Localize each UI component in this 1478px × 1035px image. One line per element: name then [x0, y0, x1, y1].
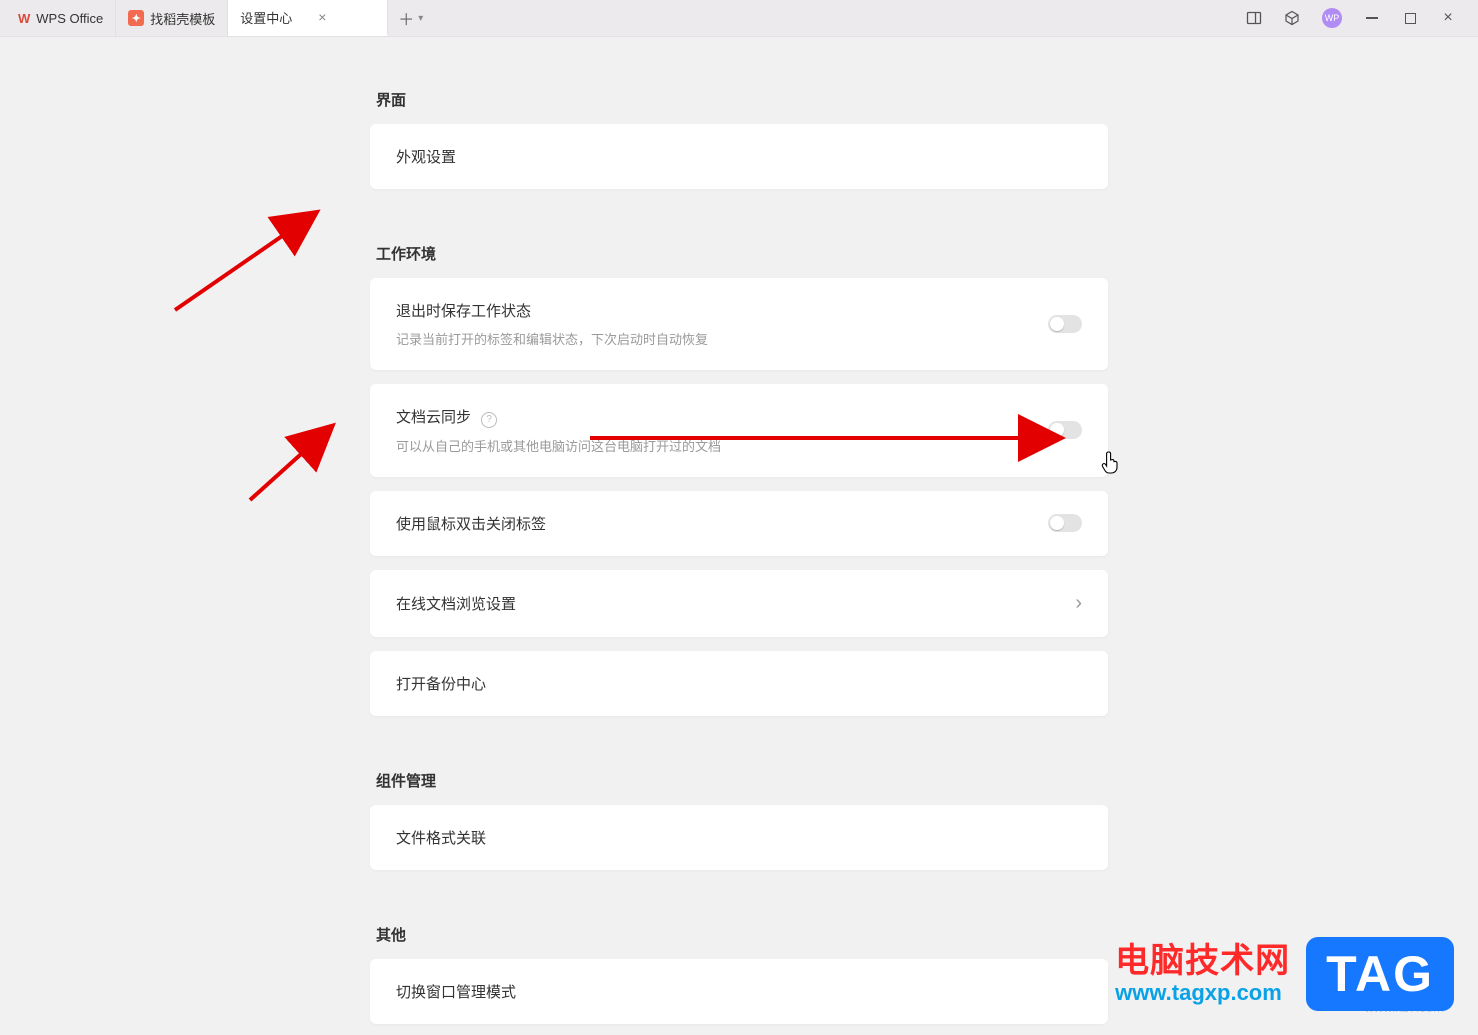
docer-icon: ✦ [128, 10, 144, 26]
tab-settings-label: 设置中心 [240, 8, 292, 27]
appearance-label: 外观设置 [396, 146, 456, 167]
window-mode-label: 切换窗口管理模式 [396, 981, 516, 1002]
avatar-text: WP [1325, 13, 1340, 23]
card-window-mode[interactable]: 切换窗口管理模式 [370, 959, 1108, 1024]
card-cloud-sync[interactable]: 文档云同步 ? 可以从自己的手机或其他电脑访问这台电脑打开过的文档 [370, 384, 1108, 477]
user-avatar[interactable]: WP [1322, 8, 1342, 28]
watermark-cn: 电脑技术网 [1115, 943, 1290, 980]
tab-home[interactable]: W WPS Office [6, 0, 116, 36]
backup-center-label: 打开备份中心 [396, 673, 486, 694]
doubleclick-close-toggle[interactable] [1048, 514, 1082, 532]
tab-home-label: WPS Office [36, 11, 103, 26]
settings-content: 界面 外观设置 工作环境 退出时保存工作状态 记录当前打开的标签和编辑状态，下次… [0, 37, 1478, 1035]
section-other-title: 其他 [376, 924, 1108, 945]
save-state-toggle[interactable] [1048, 315, 1082, 333]
window-close-icon[interactable]: × [1440, 10, 1456, 26]
section-components-title: 组件管理 [376, 770, 1108, 791]
online-browse-label: 在线文档浏览设置 [396, 593, 516, 614]
card-appearance[interactable]: 外观设置 [370, 124, 1108, 189]
card-file-assoc[interactable]: 文件格式关联 [370, 805, 1108, 870]
plus-icon: ＋ [398, 6, 414, 30]
watermark-tag: TAG [1306, 937, 1454, 1011]
new-tab-button[interactable]: ＋ ▾ [388, 0, 433, 36]
cloud-sync-toggle[interactable] [1048, 421, 1082, 439]
panel-icon[interactable] [1246, 10, 1262, 26]
cloud-sync-text: 文档云同步 [396, 409, 471, 426]
close-tab-icon[interactable]: × [318, 9, 326, 25]
doubleclick-close-label: 使用鼠标双击关闭标签 [396, 513, 546, 534]
card-doubleclick-close-tab[interactable]: 使用鼠标双击关闭标签 [370, 491, 1108, 556]
watermark-en: www.tagxp.com [1115, 981, 1282, 1005]
card-backup-center[interactable]: 打开备份中心 [370, 651, 1108, 716]
wps-logo-icon: W [18, 11, 30, 26]
card-online-browse[interactable]: 在线文档浏览设置 › [370, 570, 1108, 637]
file-assoc-label: 文件格式关联 [396, 827, 486, 848]
save-state-label: 退出时保存工作状态 [396, 300, 708, 321]
new-tab-dropdown-icon[interactable]: ▾ [418, 13, 423, 24]
cloud-sync-desc: 可以从自己的手机或其他电脑访问这台电脑打开过的文档 [396, 436, 721, 455]
watermark: 电脑技术网 www.tagxp.com TAG [1115, 937, 1454, 1011]
chevron-right-icon: › [1075, 592, 1082, 615]
tab-templates-label: 找稻壳模板 [150, 9, 215, 28]
titlebar: W WPS Office ✦ 找稻壳模板 设置中心 × ＋ ▾ WP × [0, 0, 1478, 37]
window-controls: WP × [1246, 0, 1472, 36]
help-icon[interactable]: ? [481, 412, 497, 428]
tab-settings[interactable]: 设置中心 × [228, 0, 388, 36]
section-workenv-title: 工作环境 [376, 243, 1108, 264]
section-interface-title: 界面 [376, 89, 1108, 110]
cube-icon[interactable] [1284, 10, 1300, 26]
window-minimize-icon[interactable] [1364, 10, 1380, 26]
save-state-desc: 记录当前打开的标签和编辑状态，下次启动时自动恢复 [396, 329, 708, 348]
card-save-work-state[interactable]: 退出时保存工作状态 记录当前打开的标签和编辑状态，下次启动时自动恢复 [370, 278, 1108, 370]
window-maximize-icon[interactable] [1402, 10, 1418, 26]
tab-templates[interactable]: ✦ 找稻壳模板 [116, 0, 228, 36]
cloud-sync-label: 文档云同步 ? [396, 406, 721, 428]
